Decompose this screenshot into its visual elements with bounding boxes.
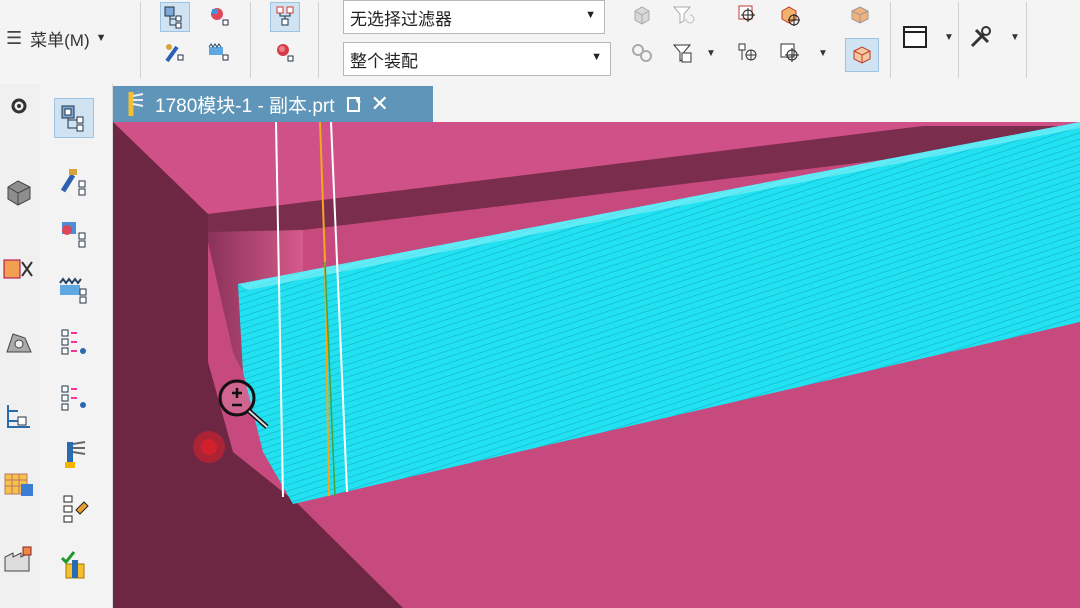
snap-point-icon[interactable] xyxy=(733,0,763,30)
solid-block-icon[interactable] xyxy=(0,172,38,212)
valve-icon[interactable] xyxy=(0,249,38,289)
settings-gear-icon[interactable] xyxy=(0,86,38,126)
hierarchy-icon[interactable] xyxy=(270,2,300,32)
snap-vertex-icon[interactable] xyxy=(733,38,763,68)
history-tree-icon[interactable] xyxy=(56,380,92,416)
filter-icon[interactable] xyxy=(668,38,698,68)
tools-icon[interactable] xyxy=(966,22,996,52)
hamburger-icon: ☰ xyxy=(6,27,23,48)
window-icon[interactable] xyxy=(900,22,930,52)
selection-filter-dropdown[interactable]: 无选择过滤器 ▼ xyxy=(343,0,605,34)
component-icon[interactable] xyxy=(270,38,300,68)
tree-diagram-icon[interactable] xyxy=(0,396,38,436)
part-navigator-icon[interactable] xyxy=(56,164,92,200)
assembly-scope-dropdown[interactable]: 整个装配 ▼ xyxy=(343,42,611,76)
toolbar-divider xyxy=(250,2,251,78)
tab-modified-icon xyxy=(346,95,363,113)
tab-active-part[interactable]: 1780模块-1 - 副本.prt ✕ xyxy=(113,86,433,122)
chevron-down-icon[interactable]: ▼ xyxy=(1010,32,1020,43)
constraint-navigator-icon[interactable] xyxy=(56,216,92,252)
toolbar-divider xyxy=(1026,2,1027,78)
reuse-library-icon[interactable] xyxy=(56,272,92,308)
shaded-cube-icon[interactable] xyxy=(845,38,879,72)
check-mate-icon[interactable] xyxy=(56,546,92,582)
hd3d-tools-icon[interactable] xyxy=(56,324,92,360)
system-materials-icon[interactable] xyxy=(56,490,92,526)
snap-cube-icon[interactable] xyxy=(775,0,805,30)
selection-filter-value: 无选择过滤器 xyxy=(350,9,452,29)
close-tab-icon[interactable]: ✕ xyxy=(371,91,389,117)
document-tab-bar: 1780模块-1 - 副本.prt ✕ xyxy=(113,84,1080,122)
tab-title: 1780模块-1 - 副本.prt xyxy=(155,95,335,117)
wireframe-cube-icon[interactable] xyxy=(845,0,875,30)
filter-reset-icon[interactable] xyxy=(668,0,698,30)
chevron-down-icon[interactable]: ▼ xyxy=(706,48,716,59)
main-menu-label: 菜单(M) xyxy=(30,30,90,50)
chain-link-icon[interactable] xyxy=(627,38,657,68)
toolbar-divider xyxy=(958,2,959,78)
assembly-scope-value: 整个装配 xyxy=(350,51,418,71)
factory-icon[interactable] xyxy=(0,539,38,579)
graphics-viewport[interactable] xyxy=(113,122,1080,608)
click-indicator-icon xyxy=(193,431,225,463)
3d-model-render xyxy=(113,122,1080,608)
cube-gray-icon[interactable] xyxy=(627,0,657,30)
ribbon-toolbar: ☰ 菜单(M) ▼ 无选择过滤器 ▼ 整个装配 ▼ ▼ ▼ ▼ ▼ xyxy=(0,0,1080,85)
chevron-down-icon: ▼ xyxy=(585,9,596,21)
roles-icon[interactable] xyxy=(56,436,92,472)
resource-bar xyxy=(40,84,113,608)
toolbar-divider xyxy=(318,2,319,78)
chevron-down-icon: ▼ xyxy=(591,51,602,63)
chevron-down-icon: ▼ xyxy=(95,32,107,44)
snap-cursor-icon[interactable] xyxy=(775,38,805,68)
main-menu-button[interactable]: ☰ 菜单(M) ▼ xyxy=(6,26,107,50)
assembly-navigator-icon[interactable] xyxy=(160,2,190,32)
toolbar-divider xyxy=(890,2,891,78)
chevron-down-icon[interactable]: ▼ xyxy=(944,32,954,43)
toolbar-divider xyxy=(140,2,141,78)
constraint-navigator-icon[interactable] xyxy=(160,38,190,68)
reuse-library-icon[interactable] xyxy=(204,38,234,68)
chevron-down-icon[interactable]: ▼ xyxy=(818,48,828,59)
component-add-icon[interactable] xyxy=(204,2,234,32)
part-file-icon xyxy=(123,90,145,118)
assembly-navigator-icon[interactable] xyxy=(54,98,94,138)
shape-icon[interactable] xyxy=(0,324,38,364)
grid-table-icon[interactable] xyxy=(0,464,38,504)
left-tool-strip xyxy=(0,84,40,608)
